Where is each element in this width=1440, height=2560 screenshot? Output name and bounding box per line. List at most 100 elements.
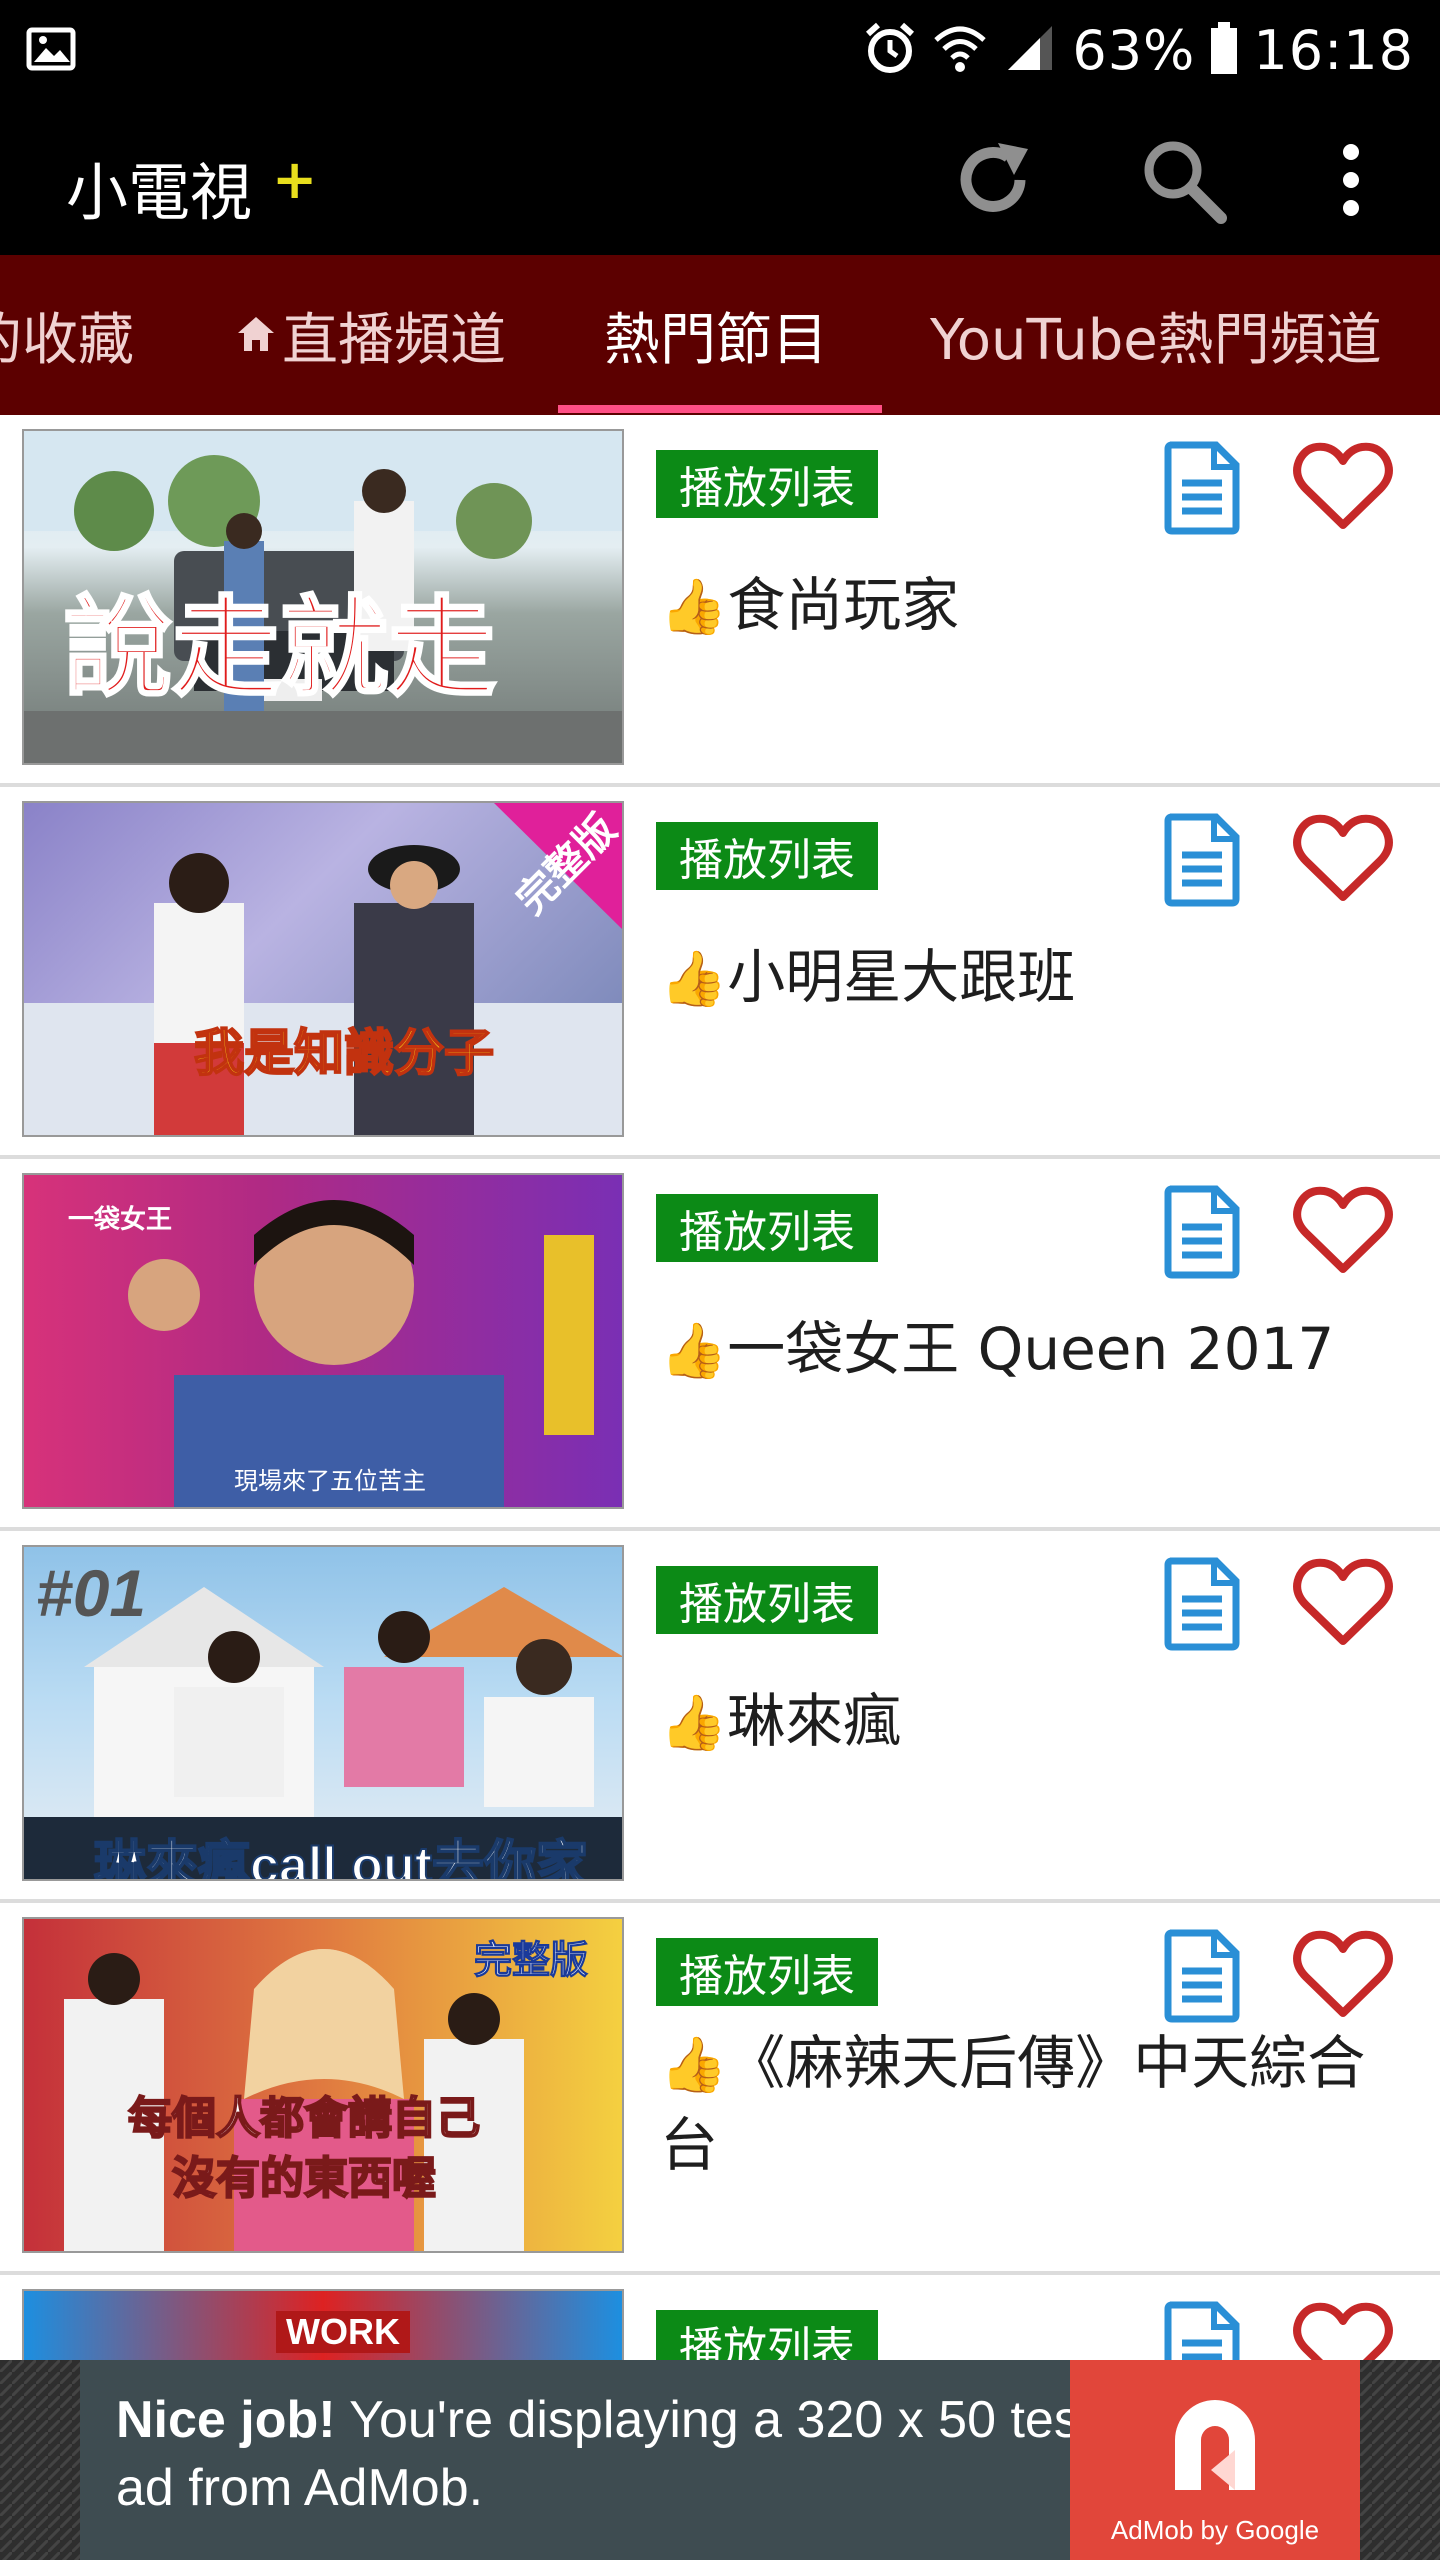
thumbs-up-icon: 👍 — [660, 575, 728, 638]
favorite-button[interactable] — [1292, 439, 1394, 535]
list-item[interactable]: #01 琳來瘋call out去你家 播放列表 👍琳來瘋 — [0, 1531, 1440, 1903]
battery-icon — [1209, 20, 1239, 80]
tab-label: 的收藏 — [0, 307, 134, 373]
thumbnail-corner: #01 — [36, 1556, 147, 1630]
thumbs-up-icon: 👍 — [660, 2033, 728, 2096]
playlist-button[interactable] — [1160, 1555, 1244, 1651]
playlist-badge[interactable]: 播放列表 — [656, 1566, 878, 1634]
thumbs-up-icon: 👍 — [660, 947, 728, 1010]
refresh-button[interactable] — [938, 125, 1048, 235]
show-title: 👍《麻辣天后傳》中天綜合台 — [660, 2023, 1410, 2185]
show-list[interactable]: 說走就走 播放列表 👍食尚玩家 完整版 我是知識分子 播放列表 👍小明星大跟班 … — [0, 415, 1440, 2360]
status-bar: 63% 16:18 — [0, 0, 1440, 100]
show-thumbnail[interactable]: 完整版 我是知識分子 — [22, 801, 624, 1137]
home-icon — [238, 317, 274, 351]
ad-background-pattern — [1360, 2360, 1440, 2560]
tab-youtube-channels[interactable]: YouTube熱門頻道 — [930, 255, 1382, 415]
search-icon — [1144, 141, 1227, 224]
document-icon — [1164, 1929, 1240, 2023]
favorite-button[interactable] — [1292, 2299, 1394, 2360]
app-title: 小電視 — [66, 156, 253, 229]
show-thumbnail[interactable]: #01 琳來瘋call out去你家 — [22, 1545, 624, 1881]
document-icon — [1164, 441, 1240, 535]
wifi-icon — [932, 20, 988, 80]
thumbnail-caption: 現場來了五位苦主 — [234, 1468, 426, 1495]
favorite-button[interactable] — [1292, 811, 1394, 907]
search-button[interactable] — [1128, 125, 1238, 235]
refresh-icon — [960, 143, 1028, 212]
list-item[interactable]: 一袋女王 現場來了五位苦主 播放列表 👍一袋女王 Queen 2017 — [0, 1159, 1440, 1531]
playlist-badge[interactable]: 播放列表 — [656, 822, 878, 890]
show-title: 👍食尚玩家 — [660, 565, 1410, 647]
ad-background-pattern — [0, 2360, 80, 2560]
tab-label: 直播頻道 — [282, 307, 506, 373]
thumbs-up-icon: 👍 — [660, 1691, 728, 1754]
active-tab-indicator — [558, 405, 882, 413]
playlist-badge[interactable]: 播放列表 — [656, 2310, 878, 2360]
tab-label: 熱門節目 — [604, 307, 828, 373]
playlist-badge[interactable]: 播放列表 — [656, 1194, 878, 1262]
show-title-text: 《麻辣天后傳》中天綜合台 — [660, 2029, 1366, 2179]
tab-live-channels[interactable]: 直播頻道 — [234, 255, 506, 415]
list-item[interactable]: 說走就走 播放列表 👍食尚玩家 — [0, 415, 1440, 787]
document-icon — [1164, 1557, 1240, 1651]
heart-outline-icon — [1293, 814, 1393, 901]
ad-banner[interactable]: Nice job! You're displaying a 320 x 50 t… — [0, 2360, 1440, 2560]
show-title-text: 食尚玩家 — [727, 571, 960, 639]
playlist-button[interactable] — [1160, 1927, 1244, 2023]
thumbnail-caption: 琳來瘋call out去你家 — [93, 1836, 589, 1881]
heart-outline-icon — [1293, 1186, 1393, 1273]
thumbs-up-icon: 👍 — [660, 1319, 728, 1382]
list-item[interactable]: WORK 播放列表 — [0, 2275, 1440, 2360]
thumbnail-corner: 一袋女王 — [68, 1204, 173, 1234]
favorite-button[interactable] — [1292, 1927, 1394, 2023]
playlist-button[interactable] — [1160, 811, 1244, 907]
overflow-menu-button[interactable] — [1296, 125, 1406, 235]
thumbnail-corner: 完整版 — [473, 1940, 589, 1983]
playlist-badge[interactable]: 播放列表 — [656, 1938, 878, 2006]
tab-favorites[interactable]: 的收藏 — [0, 255, 134, 415]
document-icon — [1164, 2301, 1240, 2360]
playlist-badge[interactable]: 播放列表 — [656, 450, 878, 518]
show-thumbnail[interactable]: 一袋女王 現場來了五位苦主 — [22, 1173, 624, 1509]
show-title-text: 小明星大跟班 — [727, 943, 1076, 1011]
show-thumbnail[interactable]: 完整版 每個人都會講自己沒有的東西喔 — [22, 1917, 624, 2253]
ad-content[interactable]: Nice job! You're displaying a 320 x 50 t… — [80, 2360, 1360, 2560]
show-title-text: 琳來瘋 — [727, 1687, 902, 1755]
app-bar: 小電視 + — [0, 100, 1440, 255]
list-item[interactable]: 完整版 每個人都會講自己沒有的東西喔 播放列表 👍《麻辣天后傳》中天綜合台 — [0, 1903, 1440, 2275]
tab-popular-shows[interactable]: 熱門節目 — [604, 255, 828, 415]
thumbnail-caption: 我是知識分子 — [193, 1024, 495, 1082]
more-vert-icon — [1343, 144, 1359, 216]
list-item[interactable]: 完整版 我是知識分子 播放列表 👍小明星大跟班 — [0, 787, 1440, 1159]
document-icon — [1164, 1185, 1240, 1279]
heart-outline-icon — [1293, 442, 1393, 529]
admob-logo-caption: AdMob by Google — [1110, 2515, 1320, 2545]
document-icon — [1164, 813, 1240, 907]
thumbnail-caption: 每個人都會講自己沒有的東西喔 — [127, 2093, 481, 2204]
show-title: 👍琳來瘋 — [660, 1681, 1410, 1763]
thumbnail-caption: WORK — [276, 2311, 410, 2353]
playlist-button[interactable] — [1160, 439, 1244, 535]
show-thumbnail[interactable]: 說走就走 — [22, 429, 624, 765]
heart-outline-icon — [1293, 2302, 1393, 2360]
tab-bar: 的收藏 直播頻道 熱門節目 YouTube熱門頻道 — [0, 255, 1440, 415]
battery-percent: 63% — [1072, 18, 1196, 82]
heart-outline-icon — [1293, 1930, 1393, 2017]
signal-icon — [1002, 20, 1058, 80]
ad-headline: Nice job! — [116, 2391, 336, 2449]
show-title: 👍一袋女王 Queen 2017 — [660, 1309, 1410, 1391]
show-title-text: 一袋女王 Queen 2017 — [727, 1315, 1335, 1383]
show-thumbnail[interactable]: WORK — [22, 2289, 624, 2360]
favorite-button[interactable] — [1292, 1183, 1394, 1279]
gallery-notification-icon — [26, 24, 76, 74]
ad-text: Nice job! You're displaying a 320 x 50 t… — [116, 2386, 1116, 2522]
alarm-icon — [862, 20, 918, 80]
thumbnail-caption: 說走就走 — [62, 586, 497, 710]
heart-outline-icon — [1293, 1558, 1393, 1645]
favorite-button[interactable] — [1292, 1555, 1394, 1651]
playlist-button[interactable] — [1160, 2299, 1244, 2360]
playlist-button[interactable] — [1160, 1183, 1244, 1279]
tab-label: YouTube熱門頻道 — [930, 307, 1382, 373]
plus-badge: + — [272, 148, 318, 211]
